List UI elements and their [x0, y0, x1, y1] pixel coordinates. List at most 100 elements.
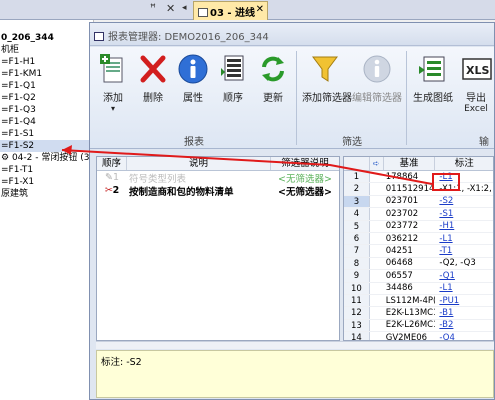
- table-row[interactable]: ✂2 按制造商和包的物料清单 <无筛选器>: [97, 184, 339, 198]
- pin-icon[interactable]: ꟸ: [150, 3, 156, 14]
- report-type-icon: ✎: [104, 172, 113, 183]
- tree-item[interactable]: 机柜: [0, 44, 93, 56]
- row-mark[interactable]: -T1: [435, 246, 493, 256]
- col-header-filter[interactable]: 筛选器说明: [271, 157, 339, 170]
- row-mark[interactable]: -H1: [435, 221, 493, 231]
- tree-item[interactable]: =F1-Q3: [0, 104, 93, 116]
- note-text: 标注: -S2: [101, 357, 142, 368]
- tree-item[interactable]: =F1-X1: [0, 176, 93, 188]
- page-icon: [198, 8, 208, 17]
- generate-drawing-button[interactable]: 生成图纸: [412, 51, 454, 104]
- row-base: 34486: [385, 283, 413, 294]
- row-mark[interactable]: -S1: [435, 209, 493, 219]
- row-mark[interactable]: -B1: [435, 308, 493, 318]
- row-base: E2K-L13MC1: [385, 307, 436, 318]
- table-row[interactable]: 3 023701 -S2: [344, 195, 493, 209]
- col-header-base[interactable]: 基准: [384, 157, 436, 170]
- excel-icon: XLS: [456, 51, 495, 87]
- close-panel-icon[interactable]: ✕: [166, 2, 175, 15]
- table-row[interactable]: 5 023772 -H1: [344, 220, 493, 233]
- row-base: 178864: [385, 171, 419, 182]
- tree-item[interactable]: 0_206_344: [0, 32, 93, 44]
- col-header-mark[interactable]: 标注: [435, 157, 493, 170]
- update-button[interactable]: 更新: [254, 51, 292, 104]
- generate-drawing-label: 生成图纸: [413, 93, 453, 104]
- row-base: 023772: [385, 221, 419, 232]
- row-number: 9: [344, 270, 370, 282]
- group-label-report: 报表: [184, 137, 204, 148]
- edit-filter-button[interactable]: 编辑筛选器: [352, 51, 402, 104]
- row-mark[interactable]: -Q4: [435, 333, 493, 340]
- row-number: 3: [344, 195, 370, 208]
- table-row[interactable]: 4 023702 -S1: [344, 208, 493, 221]
- tree-item[interactable]: =F1-Q1: [0, 80, 93, 92]
- row-mark[interactable]: -L1: [435, 234, 493, 244]
- filter-icon: [302, 51, 348, 87]
- table-row[interactable]: 6 036212 -L1: [344, 232, 493, 246]
- tree-item[interactable]: =F1-S1: [0, 128, 93, 140]
- row-order: ✎1: [97, 172, 127, 183]
- bom-header: ➪ 基准 标注: [344, 157, 493, 171]
- tab-close-icon[interactable]: ✕: [256, 4, 264, 15]
- group-separator: [296, 51, 297, 145]
- scroll-left-icon[interactable]: ◂: [182, 3, 187, 13]
- add-button[interactable]: 添加 ▾: [94, 51, 132, 113]
- tree-item[interactable]: =F1-H1: [0, 56, 93, 68]
- table-row[interactable]: 13 E2K-L26MC1 -B2: [344, 319, 493, 333]
- row-number: 4: [344, 208, 370, 220]
- tab-03-incoming-line[interactable]: 03 - 进线 ✕: [193, 1, 268, 20]
- row-number: 5: [344, 220, 370, 232]
- tree-item[interactable]: =F1-Q2: [0, 92, 93, 104]
- table-row[interactable]: 8 06468 -Q2, -Q3: [344, 257, 493, 271]
- row-base: 036212: [385, 233, 419, 244]
- arrow-right-icon[interactable]: ➪: [370, 157, 384, 170]
- tree-item[interactable]: =F1-T1: [0, 164, 93, 176]
- tree-item-selected[interactable]: =F1-S2: [0, 140, 93, 152]
- table-row[interactable]: 12 E2K-L13MC1 -B1: [344, 307, 493, 320]
- row-description: 符号类型列表: [129, 173, 187, 185]
- table-row[interactable]: ✎1 符号类型列表 <无筛选器>: [97, 171, 339, 185]
- note-area[interactable]: 标注: -S2: [96, 350, 494, 398]
- col-header-description[interactable]: 说明: [127, 157, 271, 170]
- row-mark[interactable]: -S2: [435, 196, 493, 206]
- edit-filter-label: 编辑筛选器: [352, 93, 402, 104]
- row-mark[interactable]: -PU1: [435, 296, 493, 306]
- export-excel-label: Excel: [464, 104, 488, 114]
- row-mark[interactable]: -L1: [435, 283, 493, 293]
- table-row[interactable]: 11 LS112M-4P(4)-PU1: [344, 294, 493, 308]
- table-row[interactable]: 7 04251 -T1: [344, 245, 493, 258]
- delete-button[interactable]: 删除: [134, 51, 172, 104]
- horizontal-scrollbar[interactable]: [96, 341, 494, 349]
- add-filter-button[interactable]: 添加筛选器: [302, 51, 352, 104]
- row-number: 10: [344, 282, 370, 294]
- row-mark[interactable]: -B2: [435, 320, 493, 330]
- report-list-table: 顺序 说明 筛选器说明 ✎1 符号类型列表 <无筛选器> ✂2 按制造商和包的物…: [96, 156, 340, 341]
- table-row[interactable]: 9 06557 -Q1: [344, 270, 493, 283]
- order-button[interactable]: 顺序: [214, 51, 252, 104]
- row-base: 0115129140: [385, 184, 436, 195]
- table-row[interactable]: 2 0115129140 -X1:1, -X1:2, -: [344, 183, 493, 196]
- info-disabled-icon: [352, 51, 402, 87]
- highlight-box: [432, 173, 460, 191]
- export-excel-button[interactable]: XLS 导出 Excel: [456, 51, 495, 114]
- drawing-icon: [412, 51, 454, 87]
- dialog-titlebar[interactable]: 报表管理器: DEMO2016_206_344: [90, 23, 494, 46]
- table-row[interactable]: 1 178864 -L1: [344, 171, 493, 184]
- document-tabstrip: ꟸ ✕ ◂ 03 - 进线 ✕: [0, 0, 495, 20]
- report-manager-dialog: 报表管理器: DEMO2016_206_344 添加 ▾ 删除 属性 顺序 更新…: [89, 22, 495, 400]
- tree-item[interactable]: =F1-Q4: [0, 116, 93, 128]
- dropdown-arrow-icon[interactable]: ▾: [94, 104, 132, 113]
- row-order: ✂2: [97, 185, 127, 196]
- tree-item[interactable]: 原建筑: [0, 188, 93, 200]
- tree-item[interactable]: [0, 20, 93, 32]
- col-header-order[interactable]: 顺序: [97, 157, 127, 170]
- properties-button[interactable]: 属性: [174, 51, 212, 104]
- tree-item[interactable]: =F1-KM1: [0, 68, 93, 80]
- table-row[interactable]: 14 GV2ME06 -Q4: [344, 332, 493, 340]
- table-row[interactable]: 10 34486 -L1: [344, 282, 493, 295]
- delete-icon: [134, 51, 172, 87]
- row-base: 06557: [385, 270, 413, 281]
- tree-item[interactable]: ⚙ 04-2 - 常闭按钮 (3,4: [0, 152, 93, 164]
- row-mark[interactable]: -Q1: [435, 271, 493, 281]
- row-filter: <无筛选器>: [278, 173, 332, 185]
